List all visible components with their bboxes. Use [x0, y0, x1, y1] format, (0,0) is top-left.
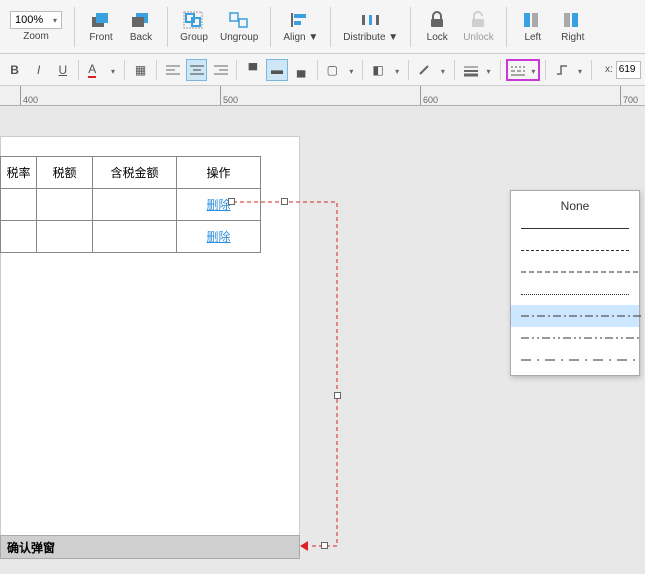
align-right-button[interactable]: Right	[553, 8, 593, 45]
valign-middle-button[interactable]: ▬	[266, 59, 287, 81]
distribute-icon	[359, 10, 383, 30]
back-icon	[129, 10, 153, 30]
delete-link[interactable]: 删除	[206, 230, 230, 244]
line-style-long-dash[interactable]	[511, 239, 639, 261]
zoom-control[interactable]: 100% Zoom	[4, 9, 68, 44]
back-button[interactable]: Back	[121, 8, 161, 45]
col-rate: 税率	[1, 157, 37, 189]
line-width-button[interactable]	[460, 59, 495, 81]
main-toolbar: 100% Zoom Front Back Group	[0, 0, 645, 54]
front-icon	[89, 10, 113, 30]
line-style-dense-dash[interactable]	[511, 261, 639, 283]
ruler-tick: 400	[20, 86, 38, 105]
group-button[interactable]: Group	[174, 8, 214, 45]
delete-link[interactable]: 删除	[206, 198, 230, 212]
italic-button[interactable]: I	[28, 59, 49, 81]
connector-handle[interactable]	[321, 542, 328, 549]
line-style-dropdown[interactable]: None	[510, 190, 640, 376]
align-icon	[289, 10, 313, 30]
unlock-button[interactable]: Unlock	[457, 8, 500, 45]
fill-color-button[interactable]: ▢	[323, 59, 358, 81]
line-style-dash-dot-dot[interactable]	[511, 327, 639, 349]
horizontal-ruler: 400 500 600 700 800	[0, 86, 645, 106]
align-button[interactable]: Align ▼	[277, 8, 324, 45]
group-icon	[182, 10, 206, 30]
font-color-button[interactable]: A	[84, 59, 119, 81]
distribute-button[interactable]: Distribute ▼	[337, 8, 404, 45]
align-left-button[interactable]: Left	[513, 8, 553, 45]
col-action: 操作	[177, 157, 261, 189]
connector-handle[interactable]	[228, 198, 235, 205]
align-right-icon	[561, 10, 585, 30]
ungroup-icon	[227, 10, 251, 30]
text-align-left-button[interactable]	[162, 59, 183, 81]
front-button[interactable]: Front	[81, 8, 121, 45]
ruler-tick: 500	[220, 86, 238, 105]
line-style-dash-dot[interactable]	[511, 305, 639, 327]
line-style-none[interactable]: None	[511, 195, 639, 217]
line-style-sparse-dash-dot[interactable]	[511, 349, 639, 371]
text-align-right-button[interactable]	[210, 59, 231, 81]
col-tax: 税额	[37, 157, 93, 189]
valign-bottom-button[interactable]: ▄	[291, 59, 312, 81]
lock-icon	[425, 10, 449, 30]
bold-button[interactable]: B	[4, 59, 25, 81]
opacity-button[interactable]: ◧	[368, 59, 403, 81]
modal-title: 确认弹窗	[7, 539, 55, 556]
chevron-down-icon	[53, 14, 57, 26]
valign-top-button[interactable]: ▀	[242, 59, 263, 81]
line-style-button[interactable]	[506, 59, 541, 81]
style-toolbar: B I U A ▦ ▀ ▬ ▄ ▢ ◧ x: 619	[0, 54, 645, 86]
text-align-center-button[interactable]	[186, 59, 207, 81]
connector-type-button[interactable]	[551, 59, 586, 81]
col-amount: 含税金额	[93, 157, 177, 189]
table-row[interactable]: 删除	[1, 189, 261, 221]
connector-handle[interactable]	[334, 392, 341, 399]
table-header-row: 税率 税额 含税金额 操作	[1, 157, 261, 189]
lock-button[interactable]: Lock	[417, 8, 457, 45]
ruler-tick: 600	[420, 86, 438, 105]
line-style-dotted[interactable]	[511, 283, 639, 305]
modal-footer-widget[interactable]: 确认弹窗	[0, 535, 300, 559]
x-coord-label: x:	[605, 64, 613, 75]
design-canvas[interactable]: 税率 税额 含税金额 操作 删除 删除 确认弹窗 None	[0, 106, 645, 574]
connector-handle[interactable]	[281, 198, 288, 205]
align-left-icon	[521, 10, 545, 30]
underline-button[interactable]: U	[52, 59, 73, 81]
data-table[interactable]: 税率 税额 含税金额 操作 删除 删除	[0, 156, 261, 253]
connector-arrow-icon	[300, 541, 308, 551]
line-style-solid[interactable]	[511, 217, 639, 239]
unknown-format-button[interactable]: ▦	[130, 59, 151, 81]
border-color-button[interactable]	[414, 59, 449, 81]
table-row[interactable]: 删除	[1, 221, 261, 253]
zoom-label: Zoom	[23, 31, 49, 42]
ungroup-button[interactable]: Ungroup	[214, 8, 264, 45]
x-coord-value[interactable]: 619	[616, 61, 641, 79]
unlock-icon	[466, 10, 490, 30]
zoom-value: 100%	[15, 14, 43, 26]
ruler-tick: 700	[620, 86, 638, 105]
